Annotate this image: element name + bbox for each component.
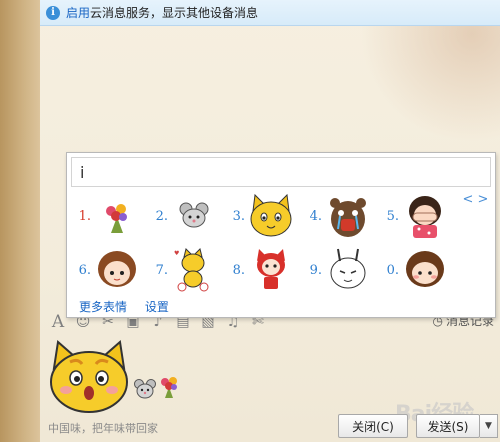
brown-hair-girl-sticker (98, 251, 136, 287)
candidate-number: 1. (78, 208, 91, 224)
emoji-search-input[interactable] (71, 157, 491, 187)
enable-link[interactable]: 启用 (66, 4, 90, 21)
popup-footer: 更多表情 设置 (79, 298, 183, 315)
emoji-suggestion-popup: < > 1. 2. 3. (66, 152, 496, 318)
emoji-candidate-2[interactable]: 2. (146, 191, 218, 241)
next-page-icon[interactable]: > (477, 193, 489, 207)
emoji-candidate-7[interactable]: 7. ♥ (146, 245, 218, 295)
notice-text: 云消息服务，显示其他设备消息 (90, 6, 259, 20)
emoji-candidate-8[interactable]: 8. (223, 245, 295, 295)
cloud-message-notice: i 启用 云消息服务，显示其他设备消息 (40, 0, 500, 26)
background-strip (0, 0, 40, 442)
red-fox-girl-sticker (257, 249, 285, 289)
emoji-candidate-3[interactable]: 3. (223, 191, 295, 241)
emoji-candidate-0[interactable]: 0. (377, 245, 449, 295)
send-options-dropdown[interactable]: ▼ (480, 414, 498, 438)
mouse-sticker (179, 202, 209, 228)
candidate-number: 3. (232, 208, 245, 224)
flower-bouquet-sticker (161, 377, 177, 398)
candidate-number: 7. (155, 262, 168, 278)
candidate-number: 2. (155, 208, 168, 224)
cat-shopping-sticker: ♥ (174, 248, 209, 292)
candidate-number: 4. (309, 208, 322, 224)
prev-page-icon[interactable]: < (462, 193, 474, 207)
svg-text:♥: ♥ (174, 250, 179, 257)
send-button[interactable]: 发送(S) (416, 414, 480, 438)
yellow-cat-sticker (250, 193, 292, 237)
emoji-candidate-1[interactable]: 1. (69, 191, 141, 241)
close-button[interactable]: 关闭(C) (338, 414, 408, 438)
candidate-number: 8. (232, 262, 245, 278)
emoji-candidate-5[interactable]: 5. (377, 191, 449, 241)
candidate-number: 0. (386, 262, 399, 278)
crying-bear-sticker (330, 198, 366, 237)
candidate-number: 6. (78, 262, 91, 278)
info-icon: i (46, 5, 60, 20)
mouse-sticker (134, 379, 156, 399)
more-emoji-link[interactable]: 更多表情 (79, 300, 127, 314)
tuzki-rabbit-sticker (330, 248, 366, 289)
mocmoc-girl-sticker (406, 251, 444, 287)
emoji-candidate-9[interactable]: 9. (300, 245, 372, 295)
candidate-number: 5. (386, 208, 399, 224)
emoji-candidate-6[interactable]: 6. (69, 245, 141, 295)
emoji-candidate-4[interactable]: 4. (300, 191, 372, 241)
yellow-cat-sticker (50, 340, 128, 413)
message-input[interactable] (40, 334, 500, 414)
settings-link[interactable]: 设置 (145, 300, 169, 314)
signature-text: 中国味，把年味带回家 (48, 422, 158, 435)
flower-bouquet-sticker (106, 204, 127, 233)
candidate-number: 9. (309, 262, 322, 278)
girl-covering-face-sticker (409, 196, 441, 238)
font-icon[interactable]: A (50, 314, 66, 331)
